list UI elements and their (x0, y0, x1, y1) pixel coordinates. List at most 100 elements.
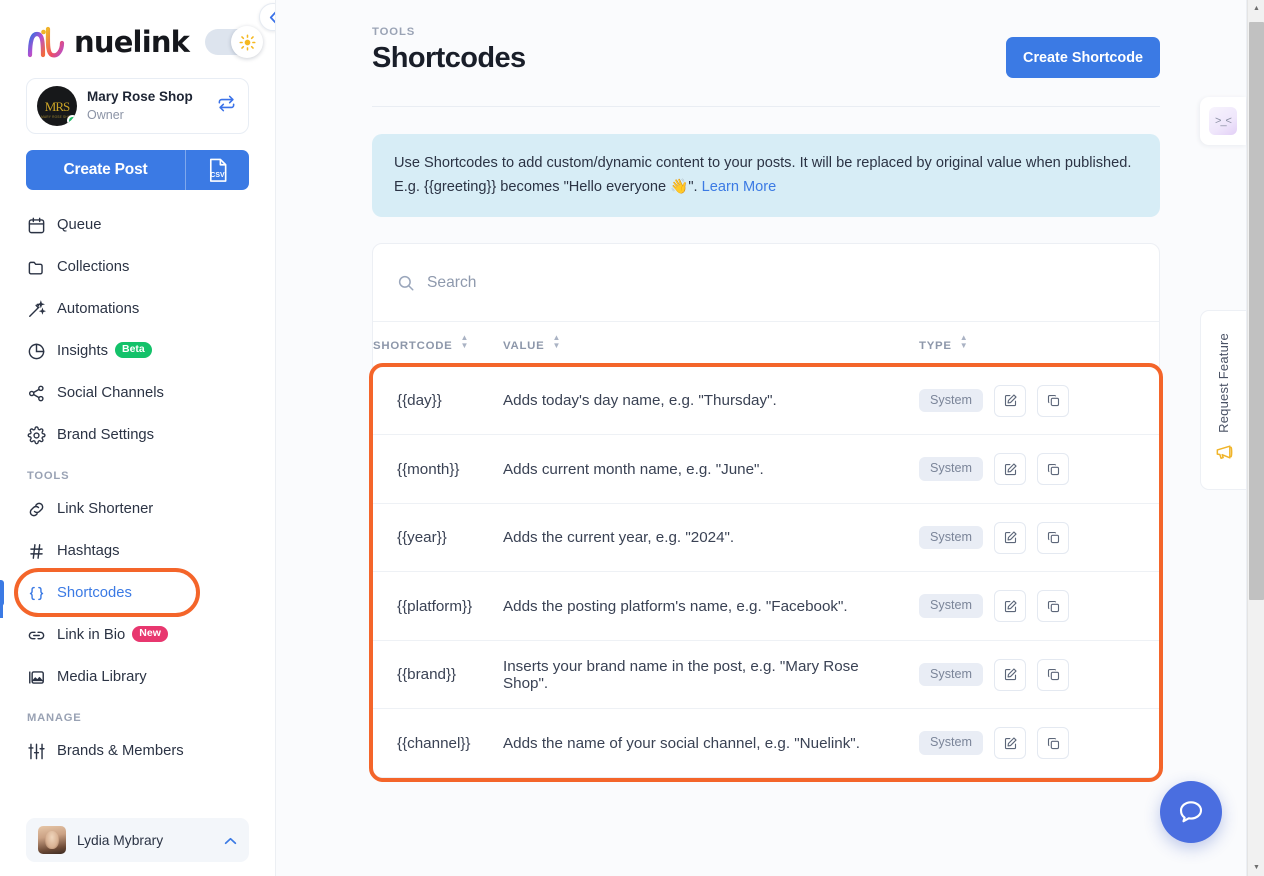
page-title: Shortcodes (372, 42, 526, 74)
sidebar-item-insights[interactable]: Insights Beta (0, 330, 275, 372)
sidebar-item-label: Link in Bio (57, 627, 126, 643)
kaomoji-icon: >_< (1209, 107, 1237, 135)
copy-icon[interactable] (1037, 384, 1069, 417)
copy-icon[interactable] (1037, 453, 1069, 486)
nuelink-logo-icon (26, 25, 70, 59)
hashtag-icon (27, 542, 57, 561)
edit-icon[interactable] (994, 590, 1026, 623)
chevron-up-icon[interactable] (224, 833, 237, 848)
sidebar-section-manage: MANAGE (27, 712, 82, 724)
column-header-shortcode[interactable]: SHORTCODE ▲ ▼ (373, 322, 503, 367)
sidebar-item-link-shortener[interactable]: Link Shortener (0, 488, 275, 530)
magic-wand-icon (27, 299, 57, 319)
switch-account-icon[interactable] (217, 94, 238, 118)
sidebar-item-media-library[interactable]: Media Library (0, 656, 275, 698)
type-badge: System (919, 388, 983, 413)
account-text: Mary Rose Shop Owner (87, 88, 217, 124)
scrollbar-thumb[interactable] (1249, 22, 1264, 600)
theme-toggle[interactable] (205, 26, 264, 58)
csv-file-icon[interactable]: CSV (186, 158, 249, 183)
account-switcher-card[interactable]: MRS MARY ROSE SHOP Mary Rose Shop Owner (26, 78, 249, 134)
table-head: SHORTCODE ▲ ▼ VALUE ▲ ▼ TYPE ▲ ▼ (373, 322, 1159, 367)
create-post-bar[interactable]: Create Post CSV (26, 150, 249, 190)
info-banner: Use Shortcodes to add custom/dynamic con… (372, 134, 1160, 218)
rail-chip-card[interactable]: >_< (1200, 97, 1246, 145)
sidebar-item-social-channels[interactable]: Social Channels (0, 372, 275, 414)
app-root: nuelink MRS MARY ROSE SHOP Mary Rose Sho… (0, 0, 1264, 876)
table-row: {{platform}} Adds the posting platform's … (373, 571, 1159, 641)
svg-text:CSV: CSV (210, 172, 225, 179)
user-account-card[interactable]: Lydia Mybrary (26, 818, 249, 862)
sidebar-item-automations[interactable]: Automations (0, 288, 275, 330)
column-label: TYPE (919, 340, 952, 353)
brand-name: nuelink (74, 25, 190, 59)
sort-icon[interactable]: ▲ ▼ (552, 334, 561, 350)
table-body: {{day}} Adds today's day name, e.g. "Thur… (373, 366, 1159, 777)
brand-row: nuelink (0, 0, 275, 64)
user-name: Lydia Mybrary (77, 832, 164, 848)
sort-icon[interactable]: ▲ ▼ (460, 334, 469, 350)
column-header-type[interactable]: TYPE ▲ ▼ (919, 322, 1159, 367)
cell-shortcode: {{year}} (373, 503, 503, 573)
sidebar-item-collections[interactable]: Collections (0, 246, 275, 288)
share-nodes-icon (27, 384, 57, 403)
cell-shortcode: {{day}} (373, 366, 503, 436)
sidebar-item-queue[interactable]: Queue (0, 204, 275, 246)
cell-value: Adds the posting platform's name, e.g. "… (503, 571, 919, 641)
cell-shortcode: {{brand}} (373, 640, 503, 710)
sidebar-item-label: Automations (57, 301, 140, 317)
sort-icon[interactable]: ▲ ▼ (960, 334, 969, 350)
page-header: TOOLS Shortcodes Create Shortcode (276, 26, 1264, 78)
sidebar-item-brands-members[interactable]: Brands & Members (0, 730, 275, 772)
sidebar-item-link-in-bio[interactable]: Link in Bio New (0, 614, 275, 656)
scroll-down-arrow-icon[interactable]: ▼ (1248, 859, 1264, 876)
edit-icon[interactable] (994, 453, 1026, 486)
sidebar-item-label: Media Library (57, 669, 147, 685)
learn-more-link[interactable]: Learn More (702, 179, 777, 195)
avatar: MRS MARY ROSE SHOP (37, 86, 77, 126)
edit-icon[interactable] (994, 658, 1026, 691)
edit-icon[interactable] (994, 384, 1026, 417)
cell-value: Inserts your brand name in the post, e.g… (503, 640, 919, 710)
cell-shortcode: {{month}} (373, 434, 503, 504)
sidebar-item-label: Brand Settings (57, 427, 155, 443)
copy-icon[interactable] (1037, 727, 1069, 760)
cell-type: System (919, 366, 1159, 436)
main-inner: TOOLS Shortcodes Create Shortcode Use Sh… (276, 0, 1264, 783)
calendar-icon (27, 216, 57, 235)
search-input[interactable] (427, 273, 727, 292)
type-badge: System (919, 731, 983, 756)
column-header-value[interactable]: VALUE ▲ ▼ (503, 322, 919, 367)
account-role: Owner (87, 108, 124, 122)
vertical-scrollbar[interactable]: ▲ ▼ (1247, 0, 1264, 876)
help-chat-button[interactable] (1160, 781, 1222, 843)
scroll-up-arrow-icon[interactable]: ▲ (1248, 0, 1264, 17)
create-shortcode-button[interactable]: Create Shortcode (1006, 37, 1160, 78)
copy-icon[interactable] (1037, 521, 1069, 554)
online-status-dot (67, 115, 77, 126)
copy-icon[interactable] (1037, 590, 1069, 623)
wave-emoji-icon: 👋 (670, 178, 689, 195)
cell-value: Adds current month name, e.g. "June". (503, 434, 919, 504)
sidebar-item-hashtags[interactable]: Hashtags (0, 530, 275, 572)
avatar-initials: MRS (44, 98, 70, 114)
sliders-icon (27, 742, 57, 761)
image-library-icon (27, 668, 57, 687)
sidebar-item-brand-settings[interactable]: Brand Settings (0, 414, 275, 456)
search-row (373, 244, 1159, 323)
pie-chart-icon (27, 342, 57, 361)
breadcrumb: TOOLS (372, 26, 416, 38)
edit-icon[interactable] (994, 521, 1026, 554)
create-post-button[interactable]: Create Post (26, 161, 185, 179)
sidebar-nav: Queue Collections Automations Insights B… (0, 204, 275, 772)
folder-icon (27, 258, 57, 277)
sidebar-item-shortcodes[interactable]: Shortcodes (0, 568, 275, 617)
link-icon (27, 500, 57, 519)
copy-icon[interactable] (1037, 658, 1069, 691)
cell-value: Adds the name of your social channel, e.… (503, 734, 860, 752)
page-title-block: TOOLS Shortcodes (372, 26, 526, 75)
edit-icon[interactable] (994, 727, 1026, 760)
request-feature-tab[interactable]: Request Feature (1200, 310, 1246, 490)
type-badge: System (919, 457, 983, 481)
viewport-edge-indicator (0, 592, 3, 618)
